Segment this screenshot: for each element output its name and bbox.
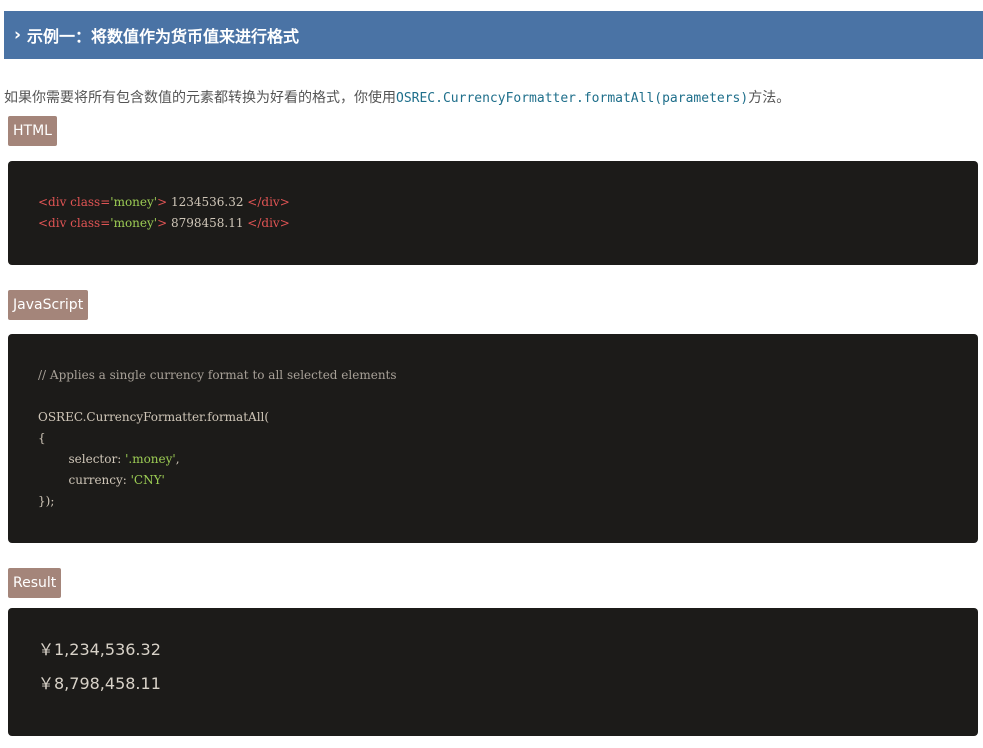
js-blank-line	[38, 386, 978, 407]
result-tag: Result	[8, 568, 62, 598]
html-code-block: <div class='money'> 1234536.32 </div> <d…	[8, 161, 978, 265]
intro-text-before: 如果你需要将所有包含数值的元素都转换为好看的格式，你使用	[4, 90, 396, 106]
html-content-value: 1234536.32	[167, 195, 248, 209]
html-close-tag: </div>	[247, 195, 290, 209]
js-selector-line: selector: '.money',	[38, 449, 978, 470]
result-value: ￥1,234,536.32	[38, 640, 161, 659]
js-comment: // Applies a single currency format to a…	[38, 368, 397, 382]
intro-paragraph: 如果你需要将所有包含数值的元素都转换为好看的格式，你使用OSREC.Curren…	[4, 87, 790, 107]
intro-text-after: 方法。	[748, 90, 791, 106]
js-call: OSREC.CurrencyFormatter.formatAll(	[38, 410, 270, 424]
js-selector-key: selector:	[38, 452, 126, 466]
html-code-line: <div class='money'> 1234536.32 </div>	[38, 192, 978, 213]
js-selector-value: '.money'	[125, 452, 176, 466]
html-code-line: <div class='money'> 8798458.11 </div>	[38, 213, 978, 234]
js-currency-value: 'CNY'	[130, 473, 165, 487]
result-block: ￥1,234,536.32 ￥8,798,458.11	[8, 608, 978, 736]
chevron-right-icon: ›	[14, 25, 22, 45]
html-open-tag-close: >	[157, 195, 168, 209]
js-selector-comma: ,	[175, 452, 180, 466]
js-currency-line: currency: 'CNY'	[38, 470, 978, 491]
javascript-code-block: // Applies a single currency format to a…	[8, 334, 978, 543]
result-value: ￥8,798,458.11	[38, 674, 161, 693]
html-open-tag-close: >	[157, 216, 168, 230]
html-content-value: 8798458.11	[167, 216, 248, 230]
html-class-value: 'money'	[110, 195, 158, 209]
section-header: › 示例一：将数值作为货币值来进行格式	[4, 11, 983, 59]
section-title: 示例一：将数值作为货币值来进行格式	[27, 27, 300, 46]
javascript-tag: JavaScript	[8, 290, 89, 320]
js-currency-key: currency:	[38, 473, 131, 487]
html-open-tag: <div class=	[38, 195, 111, 209]
html-class-value: 'money'	[110, 216, 158, 230]
page: › 示例一：将数值作为货币值来进行格式 如果你需要将所有包含数值的元素都转换为好…	[0, 0, 983, 748]
js-close: });	[38, 494, 55, 508]
html-close-tag: </div>	[247, 216, 290, 230]
html-open-tag: <div class=	[38, 216, 111, 230]
js-brace-open: {	[38, 431, 46, 445]
intro-code: OSREC.CurrencyFormatter.formatAll(parame…	[396, 91, 749, 106]
html-tag: HTML	[8, 116, 57, 146]
